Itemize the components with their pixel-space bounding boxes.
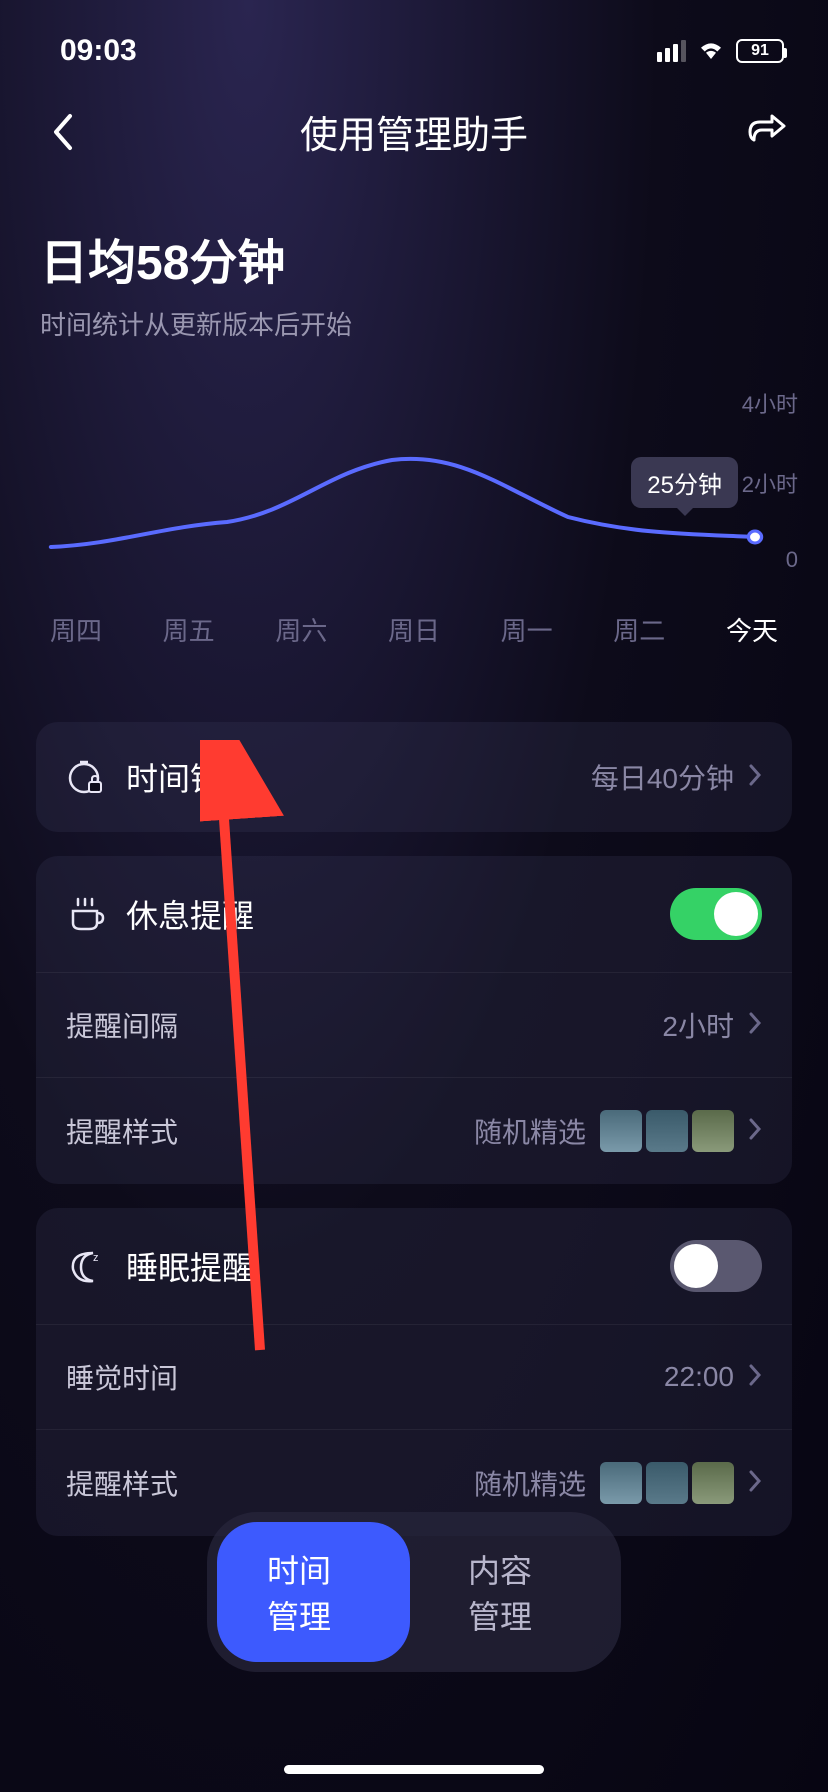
sleep-reminder-toggle[interactable]: [670, 1240, 762, 1292]
time-lock-value: 每日40分钟: [591, 757, 734, 797]
style-thumbnails: [600, 1462, 734, 1504]
summary-title: 日均58分钟: [40, 223, 788, 293]
reminder-interval-value: 2小时: [662, 1005, 734, 1045]
x-tick[interactable]: 周二: [613, 611, 665, 648]
chevron-right-icon: [748, 1469, 762, 1498]
tab-time-management[interactable]: 时间管理: [217, 1522, 410, 1662]
summary-subtitle: 时间统计从更新版本后开始: [40, 305, 788, 342]
sleep-time-value: 22:00: [664, 1361, 734, 1393]
stopwatch-lock-icon: [66, 757, 106, 797]
header: 使用管理助手: [0, 80, 828, 183]
chevron-right-icon: [748, 763, 762, 792]
sleep-reminder-row[interactable]: z 睡眠提醒: [36, 1208, 792, 1324]
coffee-cup-icon: [66, 894, 106, 934]
break-reminder-card: 休息提醒 提醒间隔 2小时 提醒样式 随机精选: [36, 856, 792, 1184]
y-tick-4h: 4小时: [742, 387, 798, 419]
svg-text:z: z: [93, 1252, 99, 1264]
x-tick-today[interactable]: 今天: [726, 611, 778, 648]
y-tick-2h: 2小时: [742, 467, 798, 499]
x-axis: 周四 周五 周六 周日 周一 周二 今天: [40, 611, 788, 648]
summary: 日均58分钟 时间统计从更新版本后开始: [0, 183, 828, 362]
break-reminder-toggle[interactable]: [670, 888, 762, 940]
status-bar: 09:03 91: [0, 0, 828, 80]
sleep-reminder-card: z 睡眠提醒 睡觉时间 22:00 提醒样式 随机精选: [36, 1208, 792, 1536]
wifi-icon: [696, 37, 726, 66]
x-tick[interactable]: 周日: [388, 611, 440, 648]
reminder-style-row[interactable]: 提醒样式 随机精选: [36, 1077, 792, 1184]
home-indicator[interactable]: [284, 1765, 544, 1774]
x-tick[interactable]: 周一: [501, 611, 553, 648]
time-lock-card: 时间锁 每日40分钟: [36, 722, 792, 832]
back-button[interactable]: [40, 110, 84, 154]
reminder-style-label: 提醒样式: [66, 1111, 474, 1151]
tab-content-management[interactable]: 内容管理: [418, 1522, 611, 1662]
time-lock-label: 时间锁: [126, 754, 591, 800]
time-lock-row[interactable]: 时间锁 每日40分钟: [36, 722, 792, 832]
x-tick[interactable]: 周五: [163, 611, 215, 648]
share-button[interactable]: [744, 110, 788, 154]
page-title: 使用管理助手: [300, 104, 528, 159]
sleep-reminder-label: 睡眠提醒: [126, 1243, 670, 1289]
status-right: 91: [657, 37, 784, 66]
moon-sleep-icon: z: [66, 1246, 106, 1286]
sleep-style-value: 随机精选: [474, 1463, 586, 1503]
chevron-right-icon: [748, 1363, 762, 1392]
y-tick-0: 0: [786, 547, 798, 573]
sleep-time-label: 睡觉时间: [66, 1357, 664, 1397]
reminder-interval-row[interactable]: 提醒间隔 2小时: [36, 972, 792, 1077]
reminder-interval-label: 提醒间隔: [66, 1005, 662, 1045]
status-time: 09:03: [60, 34, 137, 68]
reminder-style-value: 随机精选: [474, 1111, 586, 1151]
x-tick[interactable]: 周六: [275, 611, 327, 648]
break-reminder-row[interactable]: 休息提醒: [36, 856, 792, 972]
style-thumbnails: [600, 1110, 734, 1152]
break-reminder-label: 休息提醒: [126, 891, 670, 937]
signal-icon: [657, 40, 686, 62]
x-tick[interactable]: 周四: [50, 611, 102, 648]
sleep-style-label: 提醒样式: [66, 1463, 474, 1503]
bottom-tab-bar: 时间管理 内容管理: [207, 1512, 621, 1672]
sleep-time-row[interactable]: 睡觉时间 22:00: [36, 1324, 792, 1429]
chart-tooltip: 25分钟: [631, 457, 738, 508]
chevron-right-icon: [748, 1011, 762, 1040]
battery-icon: 91: [736, 39, 784, 63]
chevron-right-icon: [748, 1117, 762, 1146]
usage-chart[interactable]: 4小时 2小时 0 25分钟 周四 周五 周六 周日 周一 周二 今天: [40, 382, 788, 662]
